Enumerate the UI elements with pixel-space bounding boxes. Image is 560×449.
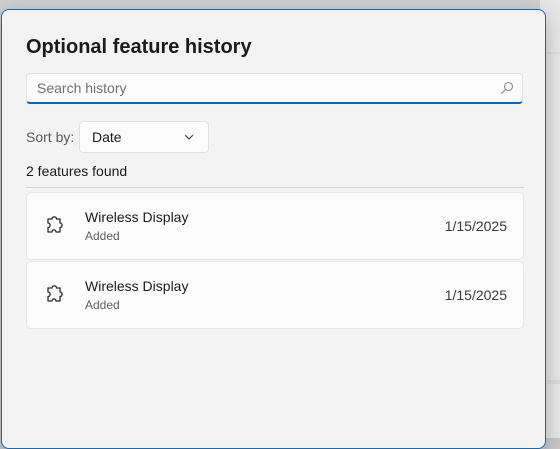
search-icon — [500, 81, 514, 95]
sort-by-selected-value: Date — [92, 129, 122, 145]
feature-date: 1/15/2025 — [444, 287, 507, 303]
sort-by-dropdown[interactable]: Date — [79, 121, 209, 153]
feature-name: Wireless Display — [85, 209, 189, 225]
results-count: 2 features found — [26, 163, 128, 179]
search-box[interactable] — [26, 73, 523, 104]
feature-history-item[interactable]: Wireless Display Added 1/15/2025 — [26, 261, 524, 329]
chevron-down-icon — [184, 134, 194, 140]
feature-status: Added — [85, 229, 120, 243]
search-input[interactable] — [37, 79, 477, 97]
feature-name: Wireless Display — [85, 278, 189, 294]
dialog-title: Optional feature history — [26, 36, 252, 58]
feature-date: 1/15/2025 — [444, 218, 507, 234]
sort-by-label: Sort by: — [26, 129, 75, 145]
divider — [26, 187, 524, 188]
puzzle-piece-icon — [47, 285, 63, 302]
optional-feature-history-dialog: Optional feature history Sort by: Date 2… — [1, 9, 546, 449]
feature-history-item[interactable]: Wireless Display Added 1/15/2025 — [26, 192, 524, 260]
puzzle-piece-icon — [47, 216, 63, 233]
feature-status: Added — [85, 298, 120, 312]
